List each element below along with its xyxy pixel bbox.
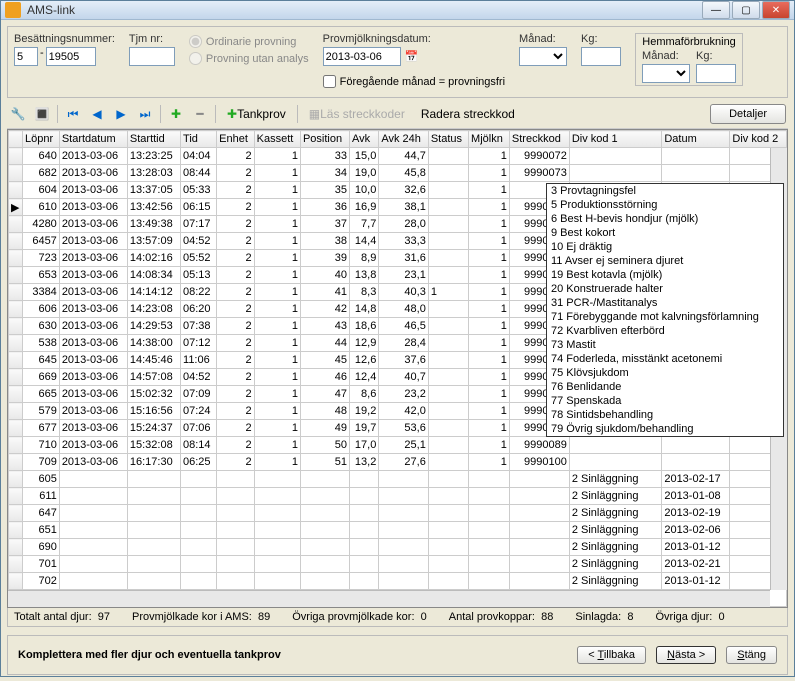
filter-panel: Besättningsnummer: - Tjm nr: Ordinarie p…	[7, 26, 788, 98]
remove-icon[interactable]: ━	[191, 105, 209, 123]
dropdown-item[interactable]: 6 Best H-bevis hondjur (mjölk)	[547, 212, 783, 226]
last-icon[interactable]: ⏭	[136, 105, 154, 123]
column-header[interactable]: Div kod 2	[730, 131, 787, 148]
provning-radio-group: Ordinarie provning Provning utan analys	[189, 33, 309, 65]
table-row[interactable]: 6472 Sinläggning2013-02-19	[9, 505, 787, 522]
column-header[interactable]: Enhet	[217, 131, 254, 148]
dropdown-item[interactable]: 72 Kvarbliven efterbörd	[547, 324, 783, 338]
table-row[interactable]: 6902 Sinläggning2013-01-12	[9, 539, 787, 556]
besattning-label: Besättningsnummer:	[14, 33, 115, 45]
tool-icon-1[interactable]: 🔧	[9, 105, 27, 123]
stang-button[interactable]: Stäng	[726, 646, 777, 664]
foregaende-checkbox[interactable]	[323, 72, 336, 91]
table-row[interactable]: 7092013-03-0616:17:3006:25215113,227,619…	[9, 454, 787, 471]
dropdown-item[interactable]: 11 Avser ej seminera djuret	[547, 254, 783, 268]
detaljer-button[interactable]: Detaljer	[710, 104, 786, 124]
column-header[interactable]: Löpnr	[23, 131, 60, 148]
foregaende-label: Föregående månad = provningsfri	[340, 76, 505, 88]
utan-analys-radio[interactable]	[189, 52, 202, 65]
first-icon[interactable]: ⏮	[64, 105, 82, 123]
manad-label: Månad:	[519, 33, 567, 45]
provdatum-input[interactable]	[323, 47, 401, 66]
app-icon	[5, 2, 21, 18]
data-grid: LöpnrStartdatumStarttidTidEnhetKassettPo…	[7, 129, 788, 608]
manad-select[interactable]	[519, 47, 567, 66]
dropdown-item[interactable]: 20 Konstruerade halter	[547, 282, 783, 296]
hemma-kg-label: Kg:	[696, 50, 736, 62]
column-header[interactable]: Status	[428, 131, 468, 148]
toolbar: 🔧 🔳 ⏮ ◀ ▶ ⏭ ✚ ━ ✚ Tankprov ▦ Läs streckk…	[7, 100, 788, 129]
content-area: Besättningsnummer: - Tjm nr: Ordinarie p…	[1, 20, 794, 681]
prev-icon[interactable]: ◀	[88, 105, 106, 123]
tjm-label: Tjm nr:	[129, 33, 175, 45]
radera-streckkod-button[interactable]: Radera streckkod	[416, 105, 520, 123]
table-row[interactable]: 6402013-03-0613:23:2504:04213315,044,719…	[9, 148, 787, 165]
dropdown-item[interactable]: 78 Sintidsbehandling	[547, 408, 783, 422]
kg-input[interactable]	[581, 47, 621, 66]
dropdown-item[interactable]: 10 Ej dräktig	[547, 240, 783, 254]
tjm-input[interactable]	[129, 47, 175, 66]
titlebar: AMS-link — ▢ ✕	[1, 1, 794, 20]
column-header[interactable]: Position	[300, 131, 349, 148]
dropdown-item[interactable]: 3 Provtagningsfel	[547, 184, 783, 198]
footer-message: Komplettera med fler djur och eventuella…	[18, 649, 567, 661]
ordinarie-radio[interactable]	[189, 35, 202, 48]
add-icon[interactable]: ✚	[167, 105, 185, 123]
column-header[interactable]: Datum	[662, 131, 730, 148]
dropdown-item[interactable]: 31 PCR-/Mastitanalys	[547, 296, 783, 310]
tillbaka-button[interactable]: < Tillbaka	[577, 646, 646, 664]
tankprov-button[interactable]: ✚ Tankprov	[222, 105, 291, 123]
table-row[interactable]: 7012 Sinläggning2013-02-21	[9, 556, 787, 573]
app-window: AMS-link — ▢ ✕ Besättningsnummer: - Tjm …	[0, 0, 795, 677]
hemma-manad-select[interactable]	[642, 64, 690, 83]
kg-label: Kg:	[581, 33, 621, 45]
besattning-input-1[interactable]	[14, 47, 38, 66]
table-row[interactable]: 7102013-03-0615:32:0808:14215017,025,119…	[9, 437, 787, 454]
summary-bar: Totalt antal djur: 97 Provmjölkade kor i…	[7, 608, 788, 627]
dropdown-item[interactable]: 19 Best kotavla (mjölk)	[547, 268, 783, 282]
dropdown-item[interactable]: 74 Foderleda, misstänkt acetonemi	[547, 352, 783, 366]
footer: Komplettera med fler djur och eventuella…	[7, 635, 788, 675]
table-row[interactable]: 7022 Sinläggning2013-01-12	[9, 573, 787, 590]
calendar-icon[interactable]: 📅	[405, 50, 419, 63]
hemma-manad-label: Månad:	[642, 50, 690, 62]
dropdown-item[interactable]: 79 Övrig sjukdom/behandling	[547, 422, 783, 436]
close-button[interactable]: ✕	[762, 1, 790, 19]
column-header[interactable]: Avk	[349, 131, 378, 148]
window-title: AMS-link	[27, 3, 702, 17]
dropdown-item[interactable]: 5 Produktionsstörning	[547, 198, 783, 212]
table-row[interactable]: 6822013-03-0613:28:0308:44213419,045,819…	[9, 165, 787, 182]
hemma-title: Hemmaförbrukning	[642, 36, 736, 48]
column-header[interactable]: Mjölkn	[469, 131, 510, 148]
besattning-input-2[interactable]	[46, 47, 96, 66]
column-header[interactable]: Startdatum	[59, 131, 127, 148]
table-row[interactable]: 6052 Sinläggning2013-02-17	[9, 471, 787, 488]
column-header[interactable]: Tid	[181, 131, 217, 148]
dropdown-item[interactable]: 75 Klövsjukdom	[547, 366, 783, 380]
column-header[interactable]: Kassett	[254, 131, 300, 148]
dropdown-item[interactable]: 73 Mastit	[547, 338, 783, 352]
dropdown-item[interactable]: 77 Spenskada	[547, 394, 783, 408]
column-header[interactable]: Streckkod	[509, 131, 569, 148]
las-streckkoder-button[interactable]: ▦ Läs streckkoder	[304, 105, 410, 123]
provdatum-label: Provmjölkningsdatum:	[323, 33, 505, 45]
column-header[interactable]: Starttid	[127, 131, 180, 148]
dropdown-item[interactable]: 71 Förebyggande mot kalvningsförlamning	[547, 310, 783, 324]
next-icon[interactable]: ▶	[112, 105, 130, 123]
dropdown-item[interactable]: 9 Best kokort	[547, 226, 783, 240]
nasta-button[interactable]: Nästa >	[656, 646, 716, 664]
dropdown-item[interactable]: 76 Benlidande	[547, 380, 783, 394]
tool-icon-2[interactable]: 🔳	[33, 105, 51, 123]
table-row[interactable]: 6112 Sinläggning2013-01-08	[9, 488, 787, 505]
table-row[interactable]: 6512 Sinläggning2013-02-06	[9, 522, 787, 539]
hemma-kg-input[interactable]	[696, 64, 736, 83]
divkod1-dropdown[interactable]: 3 Provtagningsfel5 Produktionsstörning6 …	[546, 183, 784, 437]
minimize-button[interactable]: —	[702, 1, 730, 19]
column-header[interactable]: Avk 24h	[379, 131, 429, 148]
hemma-group: Hemmaförbrukning Månad: Kg:	[635, 33, 743, 86]
column-header[interactable]: Div kod 1	[569, 131, 662, 148]
maximize-button[interactable]: ▢	[732, 1, 760, 19]
horizontal-scrollbar[interactable]	[8, 590, 770, 607]
